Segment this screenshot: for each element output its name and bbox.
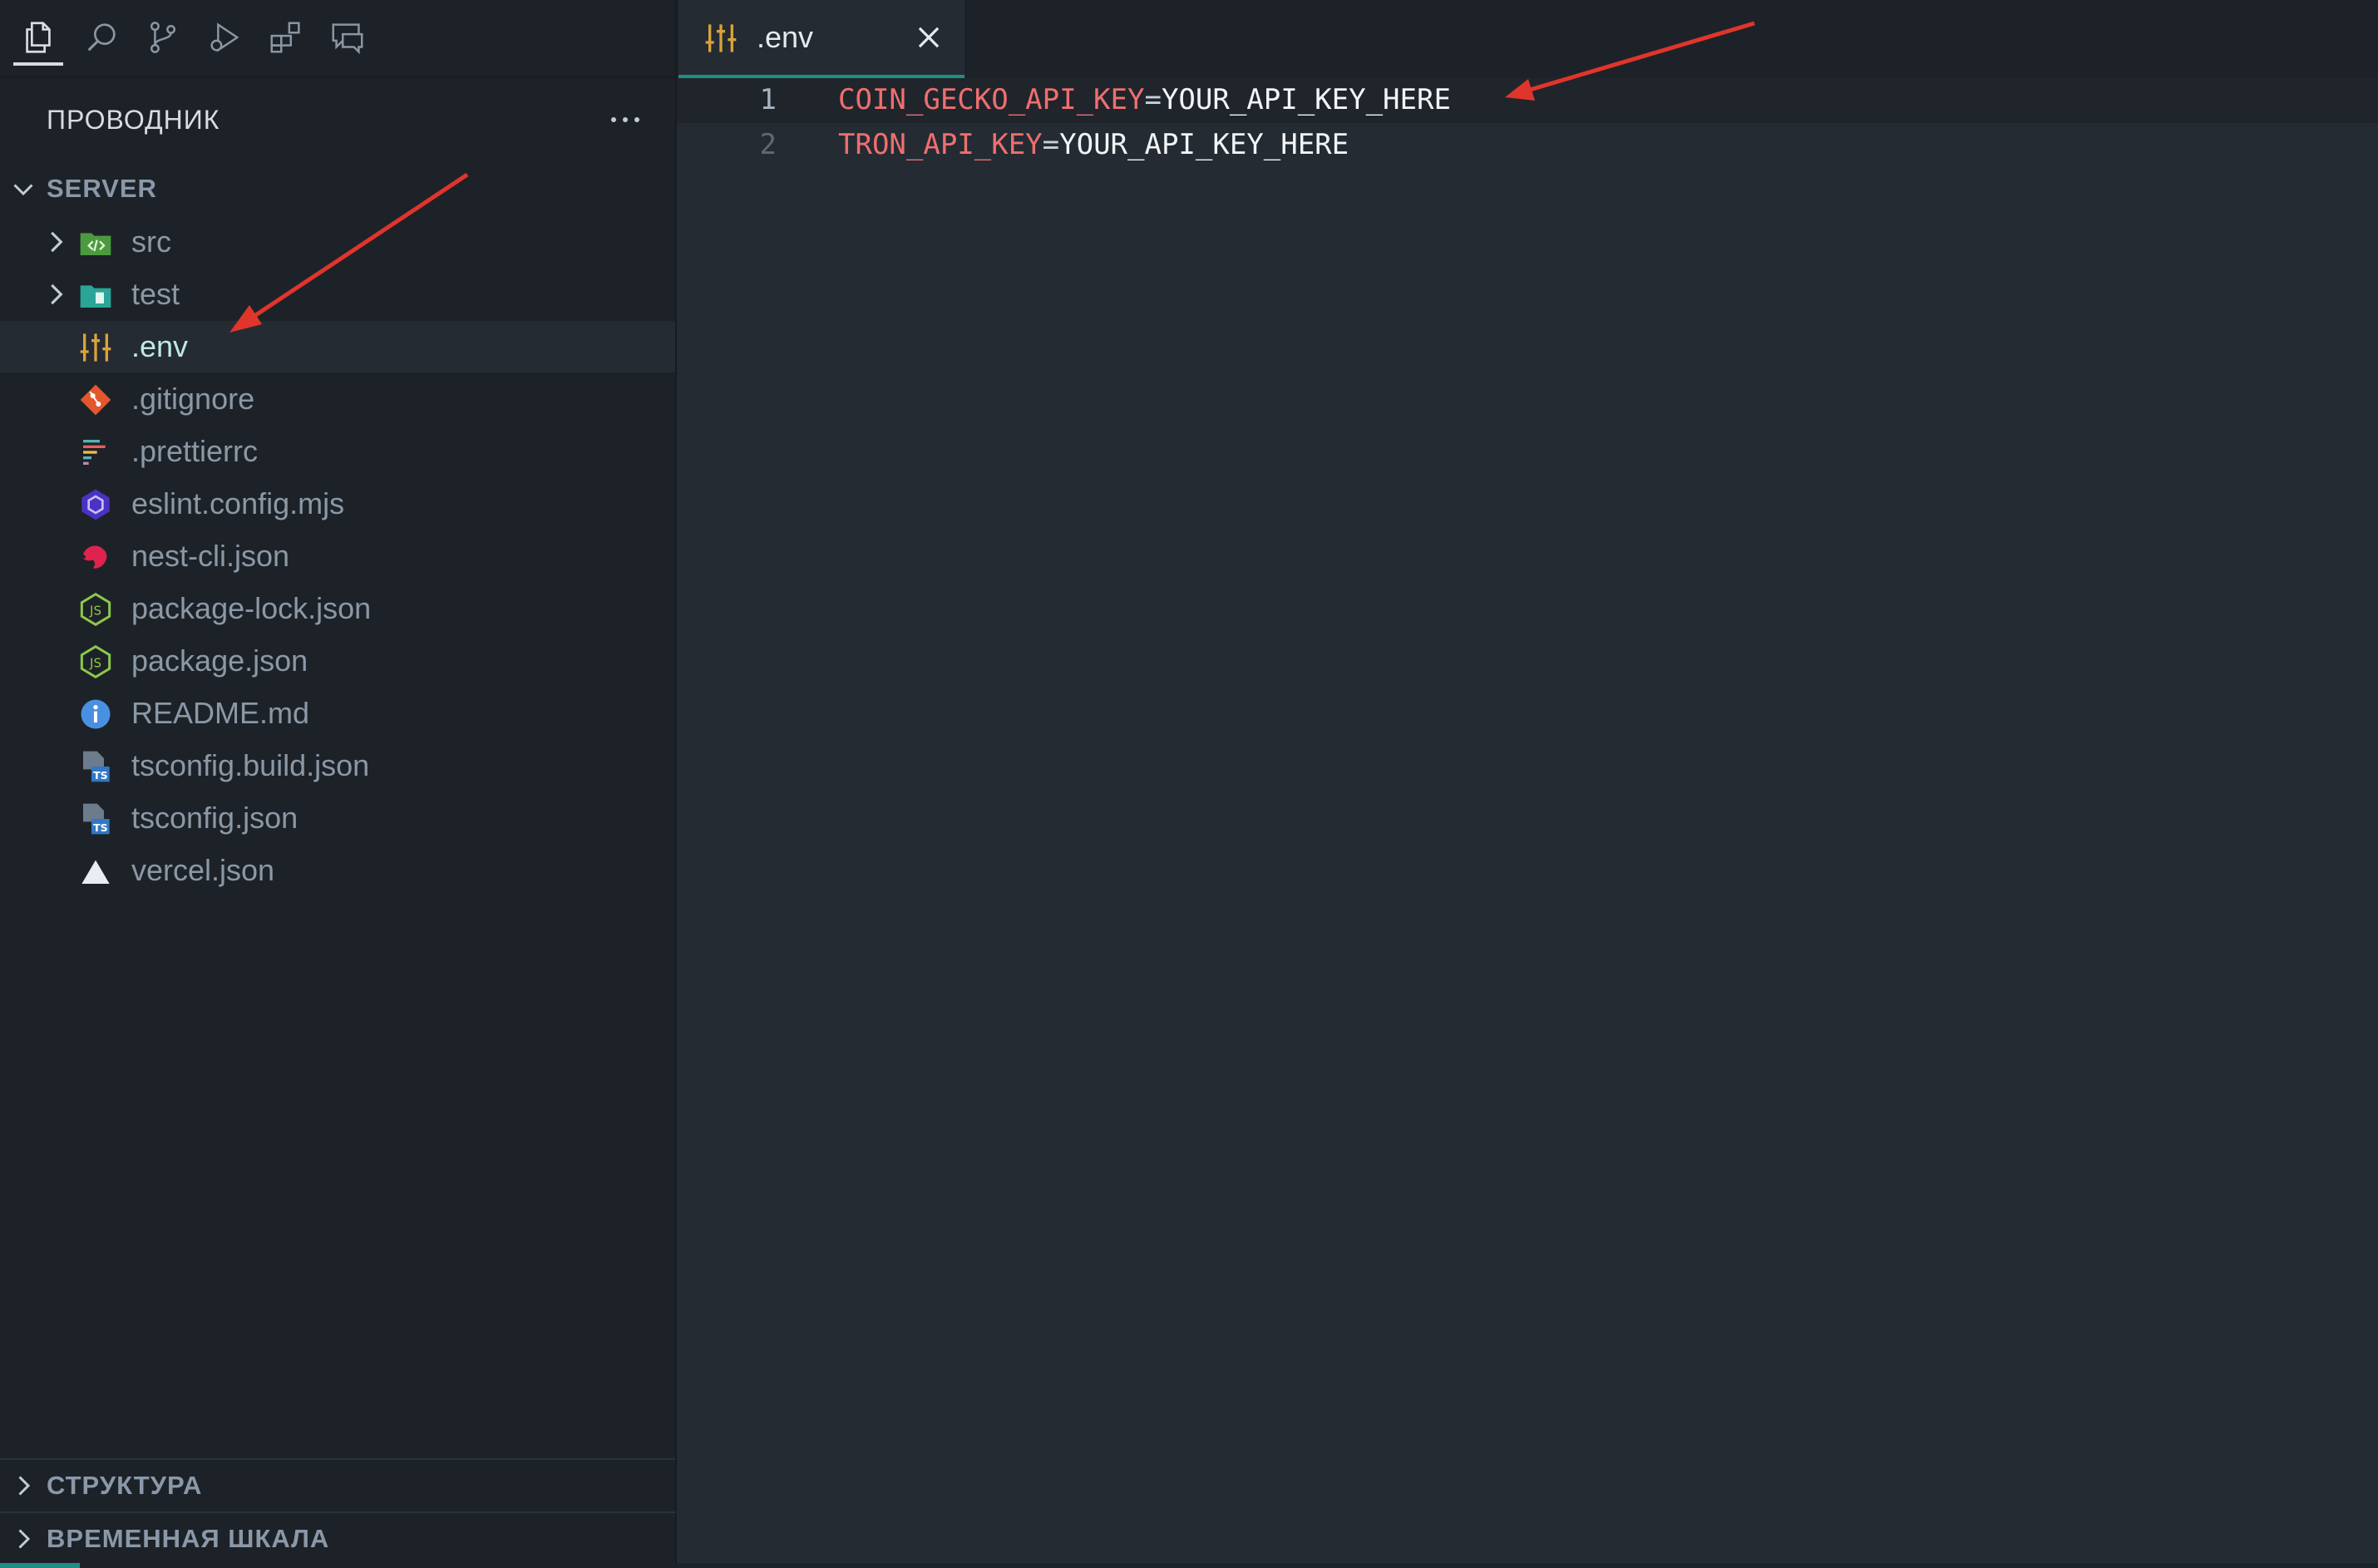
tree-item-nest-cli[interactable]: nest-cli.json: [0, 530, 675, 582]
folder-test-icon: [80, 285, 111, 308]
extensions-button[interactable]: [258, 12, 314, 63]
editor-tabs: .env: [677, 0, 2378, 78]
tree-item-label: tsconfig.build.json: [131, 748, 370, 782]
git-icon: [80, 384, 111, 416]
code-line[interactable]: 2 TRON_API_KEY=YOUR_API_KEY_HERE: [677, 123, 2378, 168]
tree-item-src[interactable]: src: [0, 216, 675, 268]
tree-item-eslint[interactable]: eslint.config.mjs: [0, 478, 675, 530]
tree-item-label: package-lock.json: [131, 591, 372, 625]
close-icon[interactable]: [913, 22, 945, 53]
env-key: COIN_GECKO_API_KEY: [838, 83, 1145, 116]
nest-icon: [83, 545, 107, 569]
root-folder-name: SERVER: [47, 174, 157, 203]
tree-item-label: src: [131, 224, 171, 259]
activity-bar: [0, 0, 675, 78]
search-button[interactable]: [73, 12, 130, 63]
line-number: 2: [759, 128, 777, 161]
tab-label: .env: [757, 20, 814, 54]
chat-icon: [332, 23, 363, 55]
tree-item-prettierrc[interactable]: .prettierrc: [0, 426, 675, 477]
timeline-section-title: ВРЕМЕННАЯ ШКАЛА: [47, 1524, 330, 1553]
env-icon: [705, 24, 737, 52]
search-icon: [87, 23, 116, 52]
tree-item-label: package.json: [131, 643, 308, 678]
svg-text:JS: JS: [89, 604, 101, 619]
run-debug-button[interactable]: [196, 12, 253, 63]
timeline-section-header[interactable]: ВРЕМЕННАЯ ШКАЛА: [0, 1511, 675, 1565]
tree-item-label: nest-cli.json: [131, 539, 290, 573]
tab-env[interactable]: .env: [678, 0, 965, 78]
line-content: TRON_API_KEY=YOUR_API_KEY_HERE: [838, 128, 1349, 161]
eslint-icon: [81, 489, 110, 520]
svg-text:TS: TS: [93, 769, 108, 782]
outline-section-title: СТРУКТУРА: [47, 1471, 203, 1500]
tsconfig-icon: TS: [83, 803, 110, 835]
env-key: TRON_API_KEY: [838, 128, 1043, 161]
vercel-icon: [81, 860, 110, 884]
svg-text:JS: JS: [89, 656, 101, 671]
chevron-right-icon: [51, 284, 63, 305]
tree-item-vercel[interactable]: vercel.json: [0, 845, 675, 896]
tree-item-label: test: [131, 277, 180, 311]
outline-section-header[interactable]: СТРУКТУРА: [0, 1458, 675, 1511]
env-icon: [80, 333, 111, 362]
tree-item-gitignore[interactable]: .gitignore: [0, 373, 675, 425]
sidebar: ПРОВОДНИК SERVER src test .env .gitignor…: [0, 0, 677, 1568]
extensions-icon: [270, 22, 300, 53]
explorer-button[interactable]: [10, 12, 67, 66]
tree-item-label: eslint.config.mjs: [131, 486, 345, 520]
chat-button[interactable]: [319, 12, 376, 63]
line-content: COIN_GECKO_API_KEY=YOUR_API_KEY_HERE: [838, 83, 1451, 116]
env-equals: =: [1042, 128, 1060, 161]
tree-item-package-lock[interactable]: JS package-lock.json: [0, 583, 675, 634]
tree-item-label: README.md: [131, 696, 310, 730]
source-control-icon: [150, 22, 176, 53]
tree-item-tsconfig[interactable]: TS tsconfig.json: [0, 792, 675, 844]
chevron-down-icon: [13, 184, 33, 196]
status-bar: [0, 1563, 2378, 1568]
tree-item-label: .prettierrc: [131, 434, 259, 468]
more-actions-button[interactable]: [602, 96, 649, 143]
files-icon: [26, 22, 51, 53]
tree-item-label: tsconfig.json: [131, 801, 298, 835]
source-control-button[interactable]: [135, 12, 191, 63]
line-number: 1: [759, 83, 777, 116]
folder-src-icon: [80, 233, 111, 255]
run-debug-icon: [210, 22, 239, 52]
tsconfig-icon: TS: [83, 751, 110, 782]
tree-item-test[interactable]: test: [0, 269, 675, 320]
root-folder-header[interactable]: SERVER: [0, 163, 675, 214]
ellipsis-icon: [611, 117, 639, 122]
code-line[interactable]: 1 COIN_GECKO_API_KEY=YOUR_API_KEY_HERE: [677, 78, 2378, 123]
tree-item-label: .env: [131, 329, 189, 363]
prettier-icon: [83, 440, 106, 465]
editor-area[interactable]: 1 COIN_GECKO_API_KEY=YOUR_API_KEY_HERE 2…: [677, 78, 2378, 1568]
tree-item-label: .gitignore: [131, 382, 255, 416]
chevron-right-icon: [51, 231, 63, 253]
tree-item-package[interactable]: JS package.json: [0, 635, 675, 687]
svg-text:TS: TS: [93, 821, 108, 834]
env-value: YOUR_API_KEY_HERE: [1161, 83, 1451, 116]
nodejs-icon: JS: [80, 645, 111, 678]
chevron-right-icon: [18, 1476, 31, 1496]
tree-item-readme[interactable]: README.md: [0, 688, 675, 739]
explorer-title: ПРОВОДНИК: [47, 105, 220, 135]
status-bar-accent: [0, 1563, 80, 1568]
tree-item-tsconfig-build[interactable]: TS tsconfig.build.json: [0, 740, 675, 791]
env-value: YOUR_API_KEY_HERE: [1059, 128, 1349, 161]
tree-item-env[interactable]: .env: [0, 321, 675, 372]
info-icon: [81, 699, 111, 729]
nodejs-icon: JS: [80, 593, 111, 626]
tree-item-label: vercel.json: [131, 853, 275, 887]
env-equals: =: [1144, 83, 1162, 116]
chevron-right-icon: [18, 1529, 31, 1549]
